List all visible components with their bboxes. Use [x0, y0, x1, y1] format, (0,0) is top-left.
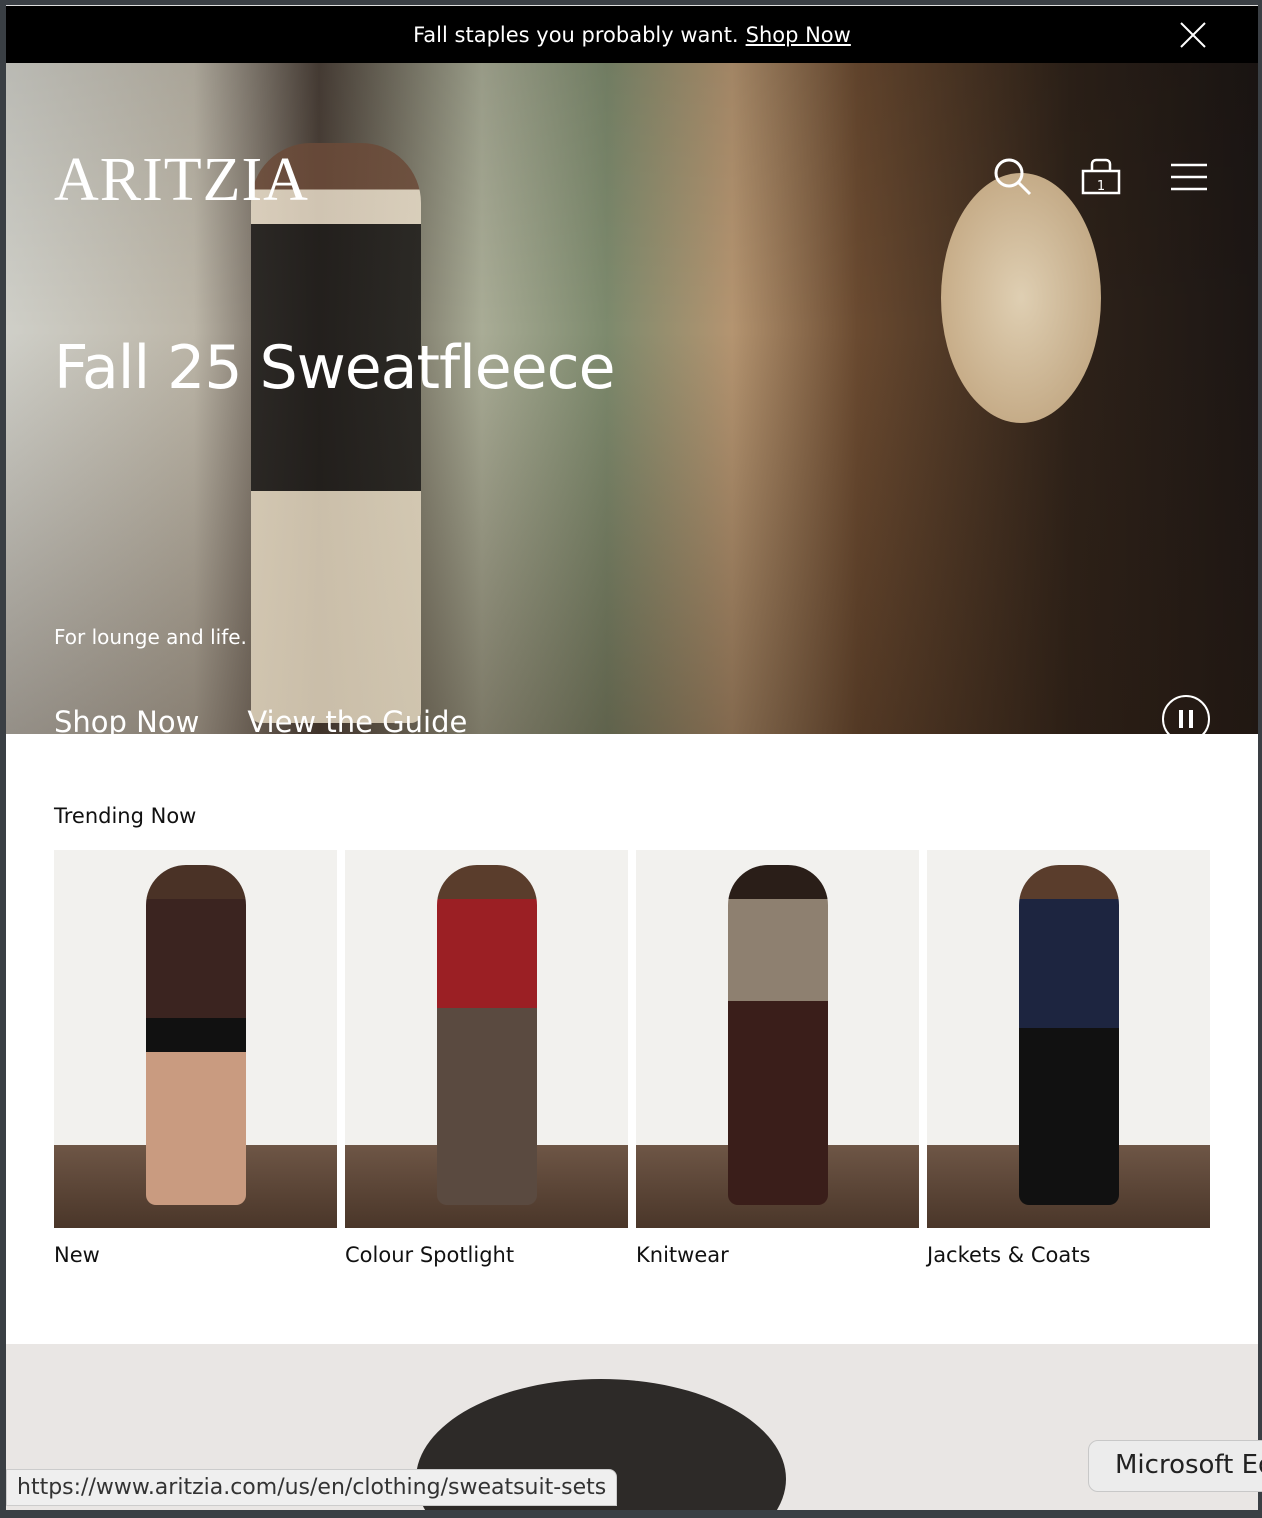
category-label[interactable]: Jackets & Coats	[927, 1243, 1210, 1267]
category-card[interactable]: New	[54, 850, 337, 1267]
dock-tooltip: Microsoft Edge	[1088, 1440, 1262, 1492]
category-image[interactable]	[636, 850, 919, 1228]
view-guide-link[interactable]: View the Guide	[247, 705, 467, 739]
pause-button[interactable]	[1162, 695, 1210, 743]
hero-lamp	[941, 173, 1101, 423]
category-label[interactable]: Knitwear	[636, 1243, 919, 1267]
category-label[interactable]: Colour Spotlight	[345, 1243, 628, 1267]
category-image[interactable]	[345, 850, 628, 1228]
search-icon[interactable]	[992, 156, 1034, 198]
hero-subtitle: For lounge and life.	[54, 625, 247, 649]
browser-window: Fall staples you probably want. Shop Now…	[6, 5, 1258, 1510]
category-label[interactable]: New	[54, 1243, 337, 1267]
category-card[interactable]: Jackets & Coats	[927, 850, 1210, 1267]
menu-icon[interactable]	[1168, 156, 1210, 198]
hero-banner: ARITZIA 1 Fall 25 Sweatfleece For lounge…	[6, 63, 1258, 743]
category-card[interactable]: Colour Spotlight	[345, 850, 628, 1267]
close-icon[interactable]	[1178, 20, 1208, 50]
promo-banner: Fall staples you probably want. Shop Now	[6, 6, 1258, 63]
promo-text: Fall staples you probably want.	[413, 22, 739, 47]
hero-title: Fall 25 Sweatfleece	[54, 333, 615, 403]
logo[interactable]: ARITZIA	[54, 145, 309, 216]
cart-icon[interactable]: 1	[1080, 156, 1122, 198]
category-card[interactable]: Knitwear	[636, 850, 919, 1267]
status-bar-url: https://www.aritzia.com/us/en/clothing/s…	[6, 1469, 618, 1506]
pause-icon	[1179, 710, 1183, 728]
trending-section: Trending Now New Colour Spotlight Knitwe…	[6, 734, 1258, 1267]
category-image[interactable]	[54, 850, 337, 1228]
shop-now-link[interactable]: Shop Now	[54, 705, 199, 739]
section-title: Trending Now	[54, 804, 197, 828]
promo-shop-now-link[interactable]: Shop Now	[746, 23, 851, 47]
cart-count: 1	[1097, 179, 1105, 194]
hero-model	[251, 143, 421, 723]
category-image[interactable]	[927, 850, 1210, 1228]
